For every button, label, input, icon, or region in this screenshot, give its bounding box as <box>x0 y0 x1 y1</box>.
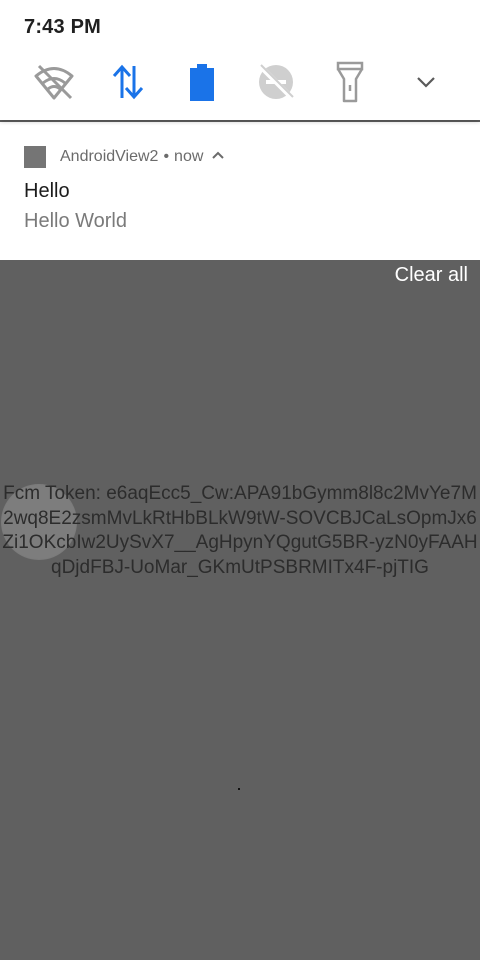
expand-chevron-icon <box>414 70 438 94</box>
notification-header: AndroidView2 • now <box>24 146 225 168</box>
chevron-up-icon[interactable] <box>211 148 225 167</box>
notification-card[interactable]: AndroidView2 • now Hello Hello World <box>0 122 480 260</box>
clear-all-button[interactable]: Clear all <box>395 264 468 287</box>
notification-app-name: AndroidView2 <box>60 148 159 165</box>
notification-text: Hello World <box>24 210 127 232</box>
wifi-off-icon <box>33 62 75 102</box>
do-not-disturb-off-icon <box>256 62 296 102</box>
fcm-token-text: Fcm Token: e6aqEcc5_Cw:APA91bGymm8l8c2Mv… <box>2 483 478 578</box>
dnd-tile[interactable] <box>252 58 300 106</box>
status-time: 7:43 PM <box>24 16 101 38</box>
battery-icon <box>188 62 216 102</box>
battery-tile[interactable] <box>178 58 226 106</box>
screen: Fcm Token: e6aqEcc5_Cw:APA91bGymm8l8c2Mv… <box>0 0 480 960</box>
app-icon <box>24 146 46 168</box>
notification-time: now <box>174 148 204 165</box>
mobile-data-tile[interactable] <box>104 58 152 106</box>
expand-tile[interactable] <box>402 58 450 106</box>
flashlight-tile[interactable] <box>326 58 374 106</box>
quick-settings-panel: 7:43 PM <box>0 0 480 120</box>
notification-title: Hello <box>24 180 70 202</box>
mobile-data-icon <box>108 62 148 102</box>
wifi-tile[interactable] <box>30 58 78 106</box>
flashlight-icon <box>335 61 365 103</box>
header-separator: • <box>163 148 170 165</box>
dot-mark <box>238 788 240 790</box>
